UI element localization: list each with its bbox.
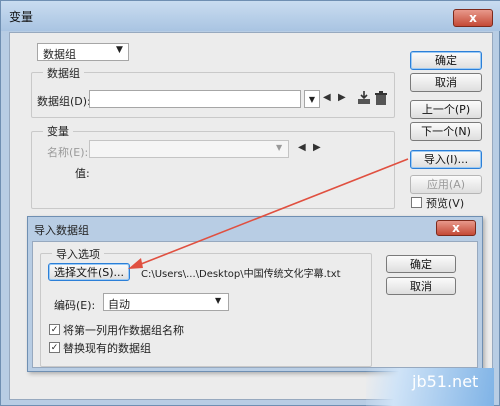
import-button[interactable]: 导入(I)... xyxy=(410,150,482,169)
next-arrow-icon[interactable]: ▶ xyxy=(313,142,321,153)
dropdown-arrow-icon: ▼ xyxy=(308,95,316,104)
name-select[interactable]: ▼ xyxy=(89,140,289,158)
prev-arrow-icon[interactable]: ◀ xyxy=(323,92,331,103)
dropdown-arrow-icon: ▼ xyxy=(116,45,123,55)
dataset-group-label: 数据组 xyxy=(43,65,84,81)
preview-label: 预览(V) xyxy=(426,197,465,210)
type-select[interactable]: 数据组 ▼ xyxy=(37,43,129,61)
import-close-button[interactable]: x xyxy=(436,220,476,236)
dropdown-arrow-icon: ▼ xyxy=(215,296,222,305)
replace-checkbox[interactable]: ✓ xyxy=(49,342,60,353)
file-path-text: C:\Users\...\Desktop\中国传统文化字幕.txt xyxy=(141,269,341,280)
preview-checkbox[interactable] xyxy=(411,197,422,208)
variable-group-label: 变量 xyxy=(43,123,73,139)
import-data-icon[interactable] xyxy=(356,90,372,106)
ok-button[interactable]: 确定 xyxy=(410,51,482,70)
apply-button[interactable]: 应用(A) xyxy=(410,175,482,194)
previous-button[interactable]: 上一个(P) xyxy=(410,100,482,119)
next-button[interactable]: 下一个(N) xyxy=(410,122,482,141)
first-column-checkbox[interactable]: ✓ xyxy=(49,324,60,335)
variables-titlebar xyxy=(1,1,500,31)
encoding-value: 自动 xyxy=(108,298,130,311)
dataset-field-label: 数据组(D): xyxy=(37,95,91,108)
type-select-value: 数据组 xyxy=(43,48,76,61)
replace-label: 替换现有的数据组 xyxy=(63,342,151,355)
import-dataset-dialog: 导入数据组 x 导入选项 选择文件(S)... C:\Users\...\Des… xyxy=(27,216,483,372)
cancel-button[interactable]: 取消 xyxy=(410,73,482,92)
value-label: 值: xyxy=(75,167,90,180)
prev-arrow-icon[interactable]: ◀ xyxy=(298,142,306,153)
delete-trash-icon[interactable] xyxy=(374,91,388,106)
variables-title: 变量 xyxy=(9,10,34,24)
encoding-label: 编码(E): xyxy=(54,299,96,312)
next-arrow-icon[interactable]: ▶ xyxy=(338,92,346,103)
close-button[interactable]: x xyxy=(453,9,493,27)
dropdown-arrow-icon: ▼ xyxy=(276,143,283,152)
dataset-dropdown-button[interactable]: ▼ xyxy=(304,90,320,108)
first-column-label: 将第一列用作数据组名称 xyxy=(63,324,184,337)
watermark-text: jb51.net xyxy=(412,372,479,391)
checkmark-icon: ✓ xyxy=(50,325,59,335)
select-file-button[interactable]: 选择文件(S)... xyxy=(48,263,130,281)
encoding-select[interactable]: 自动 ▼ xyxy=(103,293,229,311)
watermark: jb51.net xyxy=(366,368,494,406)
name-field-label: 名称(E): xyxy=(47,146,89,159)
checkmark-icon: ✓ xyxy=(50,343,59,353)
import-cancel-button[interactable]: 取消 xyxy=(386,277,456,295)
import-dialog-title: 导入数据组 xyxy=(34,224,89,237)
import-ok-button[interactable]: 确定 xyxy=(386,255,456,273)
dataset-input[interactable] xyxy=(89,90,301,108)
import-options-label: 导入选项 xyxy=(52,246,104,262)
